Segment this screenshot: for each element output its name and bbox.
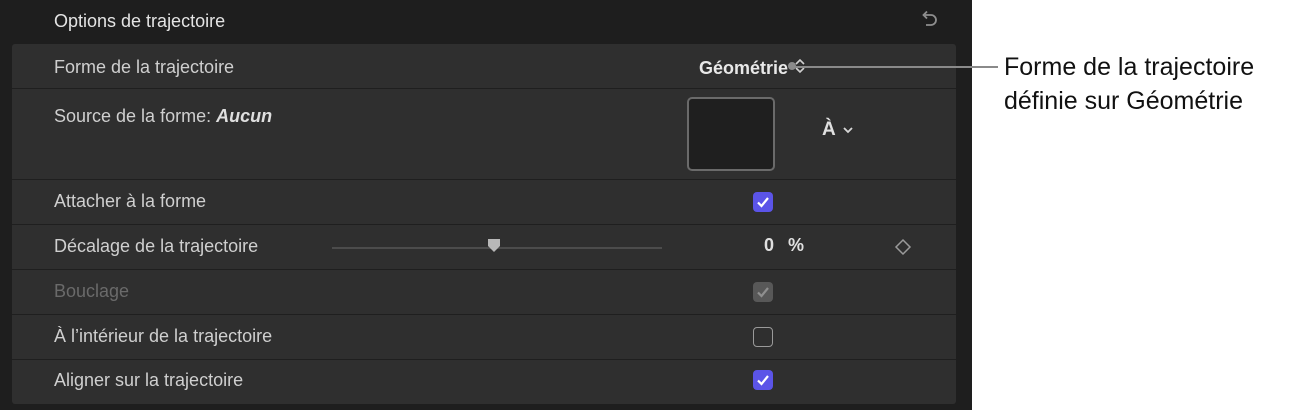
row-inside-path: À l’intérieur de la trajectoire	[12, 315, 956, 360]
callout-line-1: Forme de la trajectoire	[1004, 53, 1255, 81]
attach-to-shape-label: Attacher à la forme	[54, 191, 207, 211]
row-loop: Bouclage	[12, 270, 956, 315]
path-offset-value[interactable]: 0	[764, 235, 774, 256]
checkmark-icon	[757, 197, 769, 208]
row-path-offset: Décalage de la trajectoire 0 %	[12, 225, 956, 270]
undo-arrow-icon[interactable]	[918, 9, 940, 31]
panel-header: Options de trajectoire	[0, 0, 972, 44]
callout-line-2: définie sur Géométrie	[1004, 87, 1244, 115]
inside-path-checkbox[interactable]	[753, 327, 773, 347]
parameter-list: Forme de la trajectoire Géométrie Source…	[12, 44, 956, 404]
to-menu-button[interactable]: À	[822, 119, 854, 141]
row-align-to-path: Aligner sur la trajectoire	[12, 360, 956, 404]
up-down-chevron-icon	[794, 57, 806, 80]
path-offset-unit: %	[788, 235, 805, 255]
keyframe-diamond-icon[interactable]	[894, 238, 912, 256]
shape-source-value: Aucun	[216, 106, 273, 126]
checkmark-icon	[757, 287, 769, 298]
shape-source-well[interactable]	[687, 97, 775, 171]
row-shape-source: Source de la forme: Aucun À	[12, 89, 956, 180]
row-attach-to-shape: Attacher à la forme	[12, 180, 956, 225]
inside-path-label: À l’intérieur de la trajectoire	[54, 326, 273, 346]
path-shape-label: Forme de la trajectoire	[54, 57, 235, 77]
chevron-down-icon	[842, 119, 854, 141]
align-to-path-checkbox[interactable]	[753, 370, 773, 390]
shape-source-label: Source de la forme: Aucun	[54, 106, 273, 126]
checkmark-icon	[757, 375, 769, 386]
callout-text: Forme de la trajectoire définie sur Géom…	[1004, 50, 1254, 118]
slider-thumb[interactable]	[486, 237, 502, 253]
panel-title: Options de trajectoire	[54, 11, 226, 31]
callout-leader-line	[792, 66, 998, 68]
to-menu-label: À	[822, 119, 836, 140]
attach-to-shape-checkbox[interactable]	[753, 192, 773, 212]
loop-label: Bouclage	[54, 281, 130, 301]
path-offset-label: Décalage de la trajectoire	[54, 236, 259, 256]
align-to-path-label: Aligner sur la trajectoire	[54, 370, 244, 390]
path-shape-value: Géométrie	[698, 58, 788, 78]
loop-checkbox	[753, 282, 773, 302]
path-options-panel: Options de trajectoire Forme de la traje…	[0, 0, 972, 410]
